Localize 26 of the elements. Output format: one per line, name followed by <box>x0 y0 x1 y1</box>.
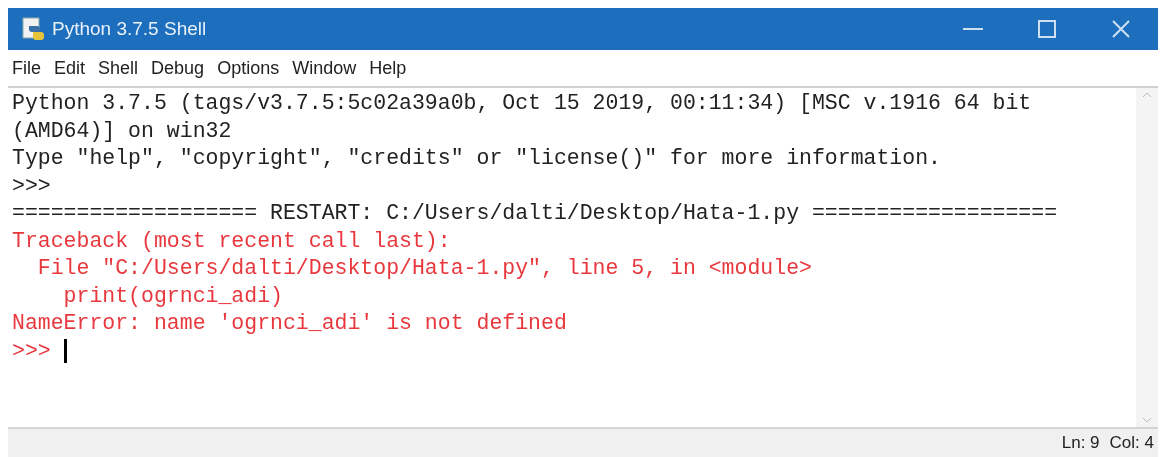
minimize-icon <box>963 28 983 30</box>
shell-line: NameError: name 'ogrnci_adi' is not defined <box>12 310 567 337</box>
menu-item[interactable]: Window <box>292 54 357 82</box>
shell-line: =================== RESTART: C:/Users/dalti/Desktop/Hata-1.py =================== <box>12 200 1058 227</box>
scroll-up-icon <box>1142 92 1152 98</box>
shell-line: File "C:/Users/dalti/Desktop/Hata-1.py", line 5, in <module> <box>36 255 812 282</box>
window-title: Python 3.7.5 Shell <box>52 16 207 41</box>
menu-item[interactable]: Options <box>217 54 280 82</box>
shell-line: Traceback (most recent call last): <box>12 227 451 255</box>
shell-line: Type "help", "copyright", "credits" or "license()" for more information. <box>12 145 941 172</box>
maximize-icon <box>1038 20 1056 38</box>
menu-item[interactable]: Shell <box>98 54 139 82</box>
menu-item[interactable]: File <box>12 54 41 82</box>
menu-item[interactable]: Edit <box>54 54 86 82</box>
shell-line: >>> <box>12 172 51 200</box>
shell-line: >>> <box>12 337 52 365</box>
shell-line: Python 3.7.5 (tags/v3.7.5:5c02a39a0b, Oct 15 2019, 00:11:34) [MSC v.1916 64 bit <box>12 90 1032 117</box>
menu-item[interactable]: Debug <box>151 54 205 82</box>
shell-line: (AMD64)] on win32 <box>12 117 232 145</box>
python-file-icon <box>20 16 46 42</box>
scroll-down-icon <box>1142 417 1152 423</box>
shell-line: print(ogrnci_adi) <box>62 282 283 310</box>
close-icon <box>1112 20 1130 38</box>
status-text: Ln: 9 <box>1061 432 1100 455</box>
menu-item[interactable]: Help <box>369 54 407 82</box>
status-text: Col: 4 <box>1109 432 1154 455</box>
